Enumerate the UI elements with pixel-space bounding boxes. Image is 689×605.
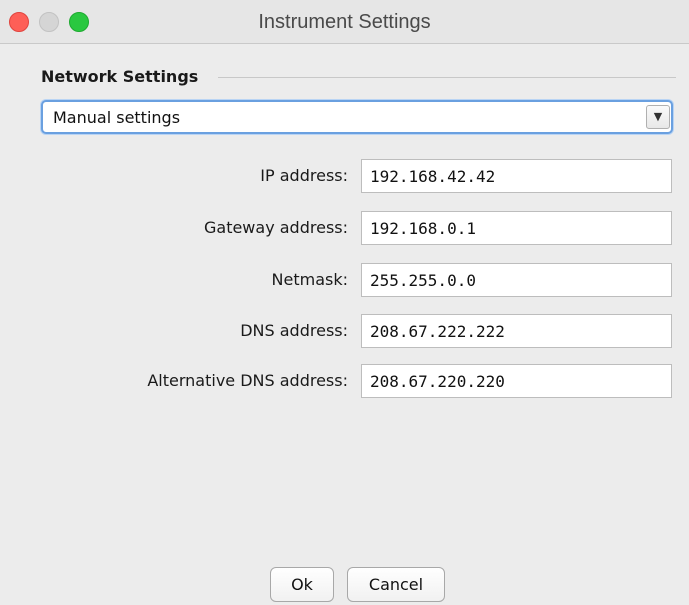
network-settings-heading: Network Settings	[41, 67, 209, 86]
section-divider	[218, 77, 676, 78]
cancel-button[interactable]: Cancel	[347, 567, 445, 602]
chevron-down-icon[interactable]: ▼	[646, 105, 670, 129]
title-bar[interactable]: Instrument Settings	[0, 0, 689, 44]
dns-address-field[interactable]	[361, 314, 672, 348]
window-title: Instrument Settings	[258, 11, 431, 33]
dns-address-label: DNS address:	[240, 321, 348, 340]
alternative-dns-address-label: Alternative DNS address:	[147, 371, 348, 390]
network-mode-value: Manual settings	[53, 108, 181, 127]
instrument-settings-window: Instrument Settings Network Settings Man…	[0, 0, 689, 605]
alternative-dns-address-field[interactable]	[361, 364, 672, 398]
ok-button[interactable]: Ok	[270, 567, 334, 602]
gateway-address-label: Gateway address:	[203, 218, 348, 237]
netmask-field[interactable]	[361, 263, 672, 297]
network-mode-select[interactable]: Manual settings ▼	[41, 100, 673, 134]
ip-address-field[interactable]	[361, 159, 672, 193]
gateway-address-field[interactable]	[361, 211, 672, 245]
ip-address-label: IP address:	[260, 166, 348, 185]
netmask-label: Netmask:	[271, 270, 348, 289]
